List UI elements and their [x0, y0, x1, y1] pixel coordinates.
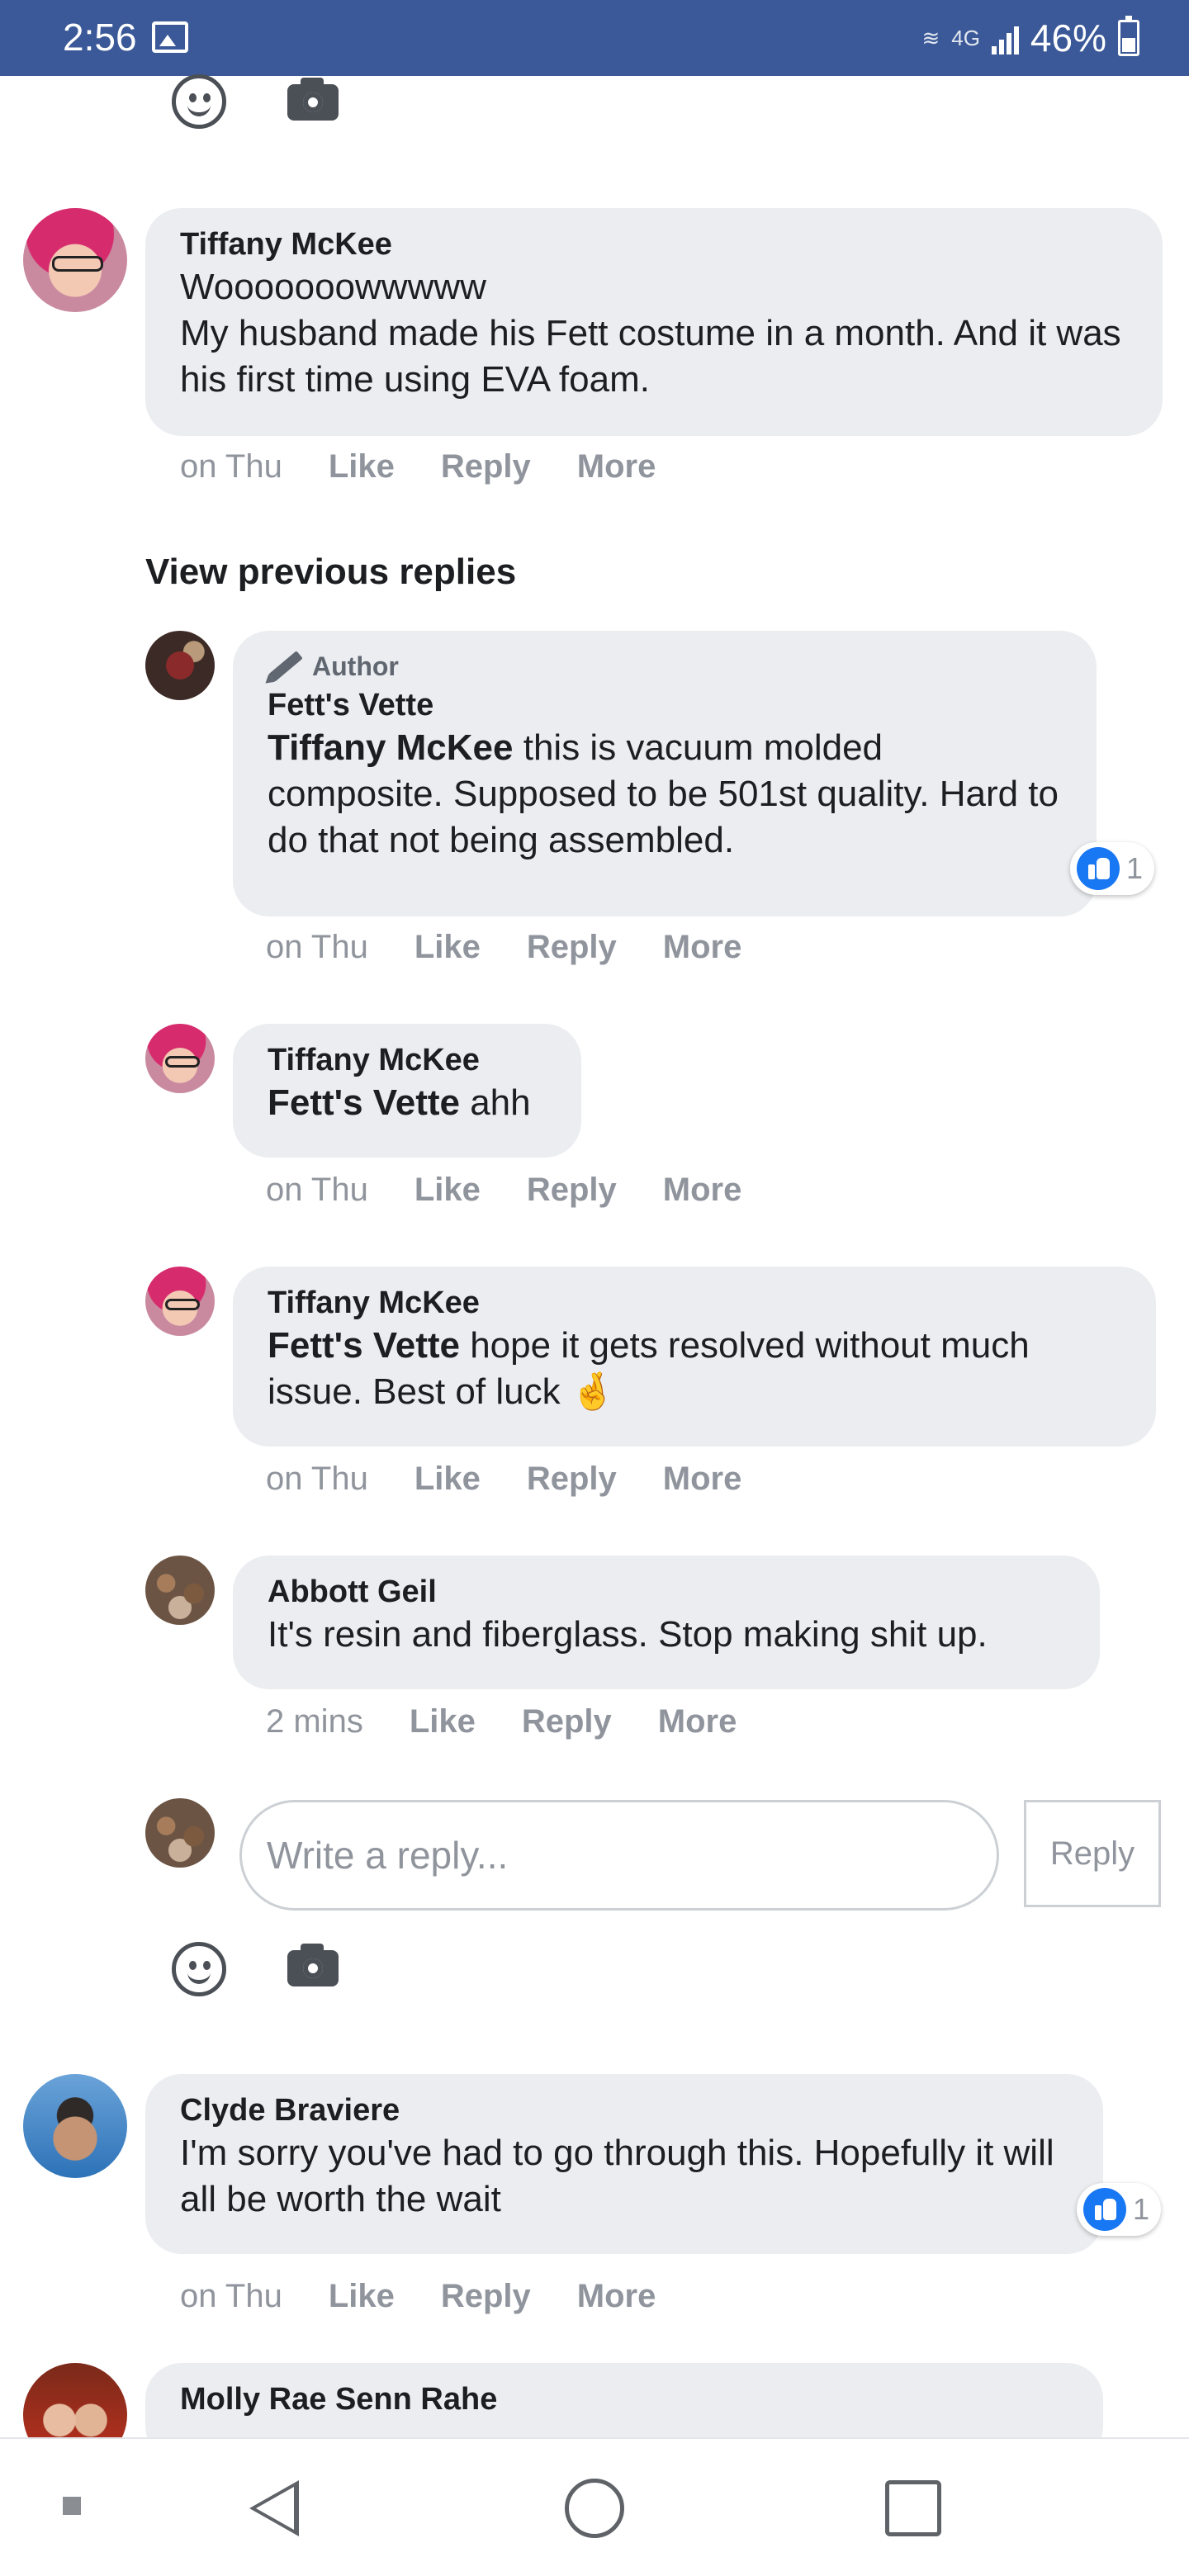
gallery-notification-icon [152, 21, 188, 53]
comment-actions: on Thu Like Reply More [180, 446, 656, 487]
more-button[interactable]: More [658, 1701, 737, 1742]
camera-icon[interactable] [287, 78, 339, 121]
mention[interactable]: Fett's Vette [268, 1082, 460, 1123]
comment-text: Fett's Vette ahh [268, 1080, 547, 1126]
like-button[interactable]: Like [414, 1169, 481, 1210]
comment-body: ahh [459, 1082, 531, 1123]
like-button[interactable]: Like [410, 1701, 476, 1742]
comment-author[interactable]: Abbott Geil [268, 1572, 1065, 1612]
network-type: 4G [951, 25, 980, 50]
battery-percent: 46% [1030, 17, 1106, 59]
comment-bubble[interactable]: Tiffany McKee Wooooooowwwww My husband m… [145, 208, 1163, 436]
comment-bubble[interactable]: Tiffany McKee Fett's Vette hope it gets … [233, 1267, 1156, 1447]
signal-icon [991, 21, 1019, 54]
avatar[interactable] [145, 1024, 215, 1093]
view-previous-replies-link[interactable]: View previous replies [145, 552, 516, 593]
comment-author[interactable]: Tiffany McKee [180, 225, 1128, 264]
avatar[interactable] [145, 1556, 215, 1625]
author-badge-label: Author [312, 651, 399, 681]
comment-actions: on Thu Like Reply More [266, 1169, 741, 1210]
comment-time[interactable]: on Thu [266, 1458, 368, 1499]
reply-button[interactable]: Reply [522, 1701, 612, 1742]
comment-bubble[interactable]: Clyde Braviere I'm sorry you've had to g… [145, 2074, 1103, 2254]
camera-icon[interactable] [287, 1944, 339, 1986]
author-badge: Author [268, 647, 1062, 685]
smile-icon[interactable] [172, 74, 226, 129]
reply-button[interactable]: Reply [527, 1169, 617, 1210]
current-user-avatar [145, 1798, 215, 1868]
comment-actions: 2 mins Like Reply More [266, 1701, 737, 1742]
reaction-number: 1 [1133, 2192, 1150, 2226]
comment-author[interactable]: Tiffany McKee [268, 1283, 1121, 1323]
comment-bubble[interactable]: Abbott Geil It's resin and fiberglass. S… [233, 1556, 1100, 1689]
comment-author[interactable]: Clyde Braviere [180, 2091, 1068, 2130]
comment-author[interactable]: Molly Rae Senn Rahe [180, 2379, 1068, 2419]
comment-actions: on Thu Like Reply More [180, 2275, 656, 2317]
comment-actions: on Thu Like Reply More [266, 1458, 741, 1499]
reply-button[interactable]: Reply [527, 1458, 617, 1499]
comment-time[interactable]: on Thu [180, 446, 282, 487]
more-button[interactable]: More [577, 446, 656, 487]
reply-input[interactable]: Write a reply... [239, 1800, 999, 1911]
back-icon[interactable] [249, 2480, 299, 2536]
like-button[interactable]: Like [329, 2275, 395, 2317]
status-bar: 2:56 ≋ 4G 46% [0, 0, 1189, 76]
comment-actions: on Thu Like Reply More [266, 926, 741, 968]
like-icon [1077, 847, 1120, 890]
home-icon[interactable] [565, 2479, 624, 2538]
smile-icon[interactable] [172, 1942, 226, 1996]
more-button[interactable]: More [663, 926, 742, 968]
reply-button[interactable]: Reply [441, 446, 531, 487]
pencil-icon [268, 651, 303, 682]
comment-text: Tiffany McKee this is vacuum molded comp… [268, 725, 1062, 864]
comment-author[interactable]: Tiffany McKee [268, 1040, 547, 1080]
avatar[interactable] [145, 1267, 215, 1336]
like-button[interactable]: Like [329, 446, 395, 487]
reaction-count[interactable]: 1 [1070, 842, 1155, 895]
avatar[interactable] [23, 2074, 127, 2178]
comment-text: Fett's Vette hope it gets resolved witho… [268, 1323, 1121, 1415]
reaction-count[interactable]: 1 [1077, 2183, 1162, 2236]
comment-time[interactable]: on Thu [180, 2275, 282, 2317]
comment-bubble[interactable]: Author Fett's Vette Tiffany McKee this i… [233, 631, 1097, 916]
comment-bubble[interactable]: Tiffany McKee Fett's Vette ahh [233, 1024, 581, 1158]
reply-button[interactable]: Reply [527, 926, 617, 968]
battery-icon [1118, 16, 1139, 56]
more-button[interactable]: More [577, 2275, 656, 2317]
more-button[interactable]: More [663, 1458, 742, 1499]
comment-text: Wooooooowwwww My husband made his Fett c… [180, 267, 1121, 400]
comment-time[interactable]: on Thu [266, 1169, 368, 1210]
mention[interactable]: Tiffany McKee [268, 727, 514, 768]
status-time: 2:56 [63, 16, 137, 59]
like-button[interactable]: Like [414, 1458, 481, 1499]
reply-button[interactable]: Reply [441, 2275, 531, 2317]
recents-icon[interactable] [885, 2480, 941, 2536]
comment-text: I'm sorry you've had to go through this.… [180, 2133, 1054, 2219]
like-icon [1083, 2188, 1126, 2231]
more-button[interactable]: More [663, 1169, 742, 1210]
avatar[interactable] [145, 631, 215, 700]
system-nav-bar [0, 2437, 1189, 2576]
reaction-number: 1 [1126, 851, 1144, 885]
comment-time[interactable]: on Thu [266, 926, 368, 968]
mention[interactable]: Fett's Vette [268, 1325, 460, 1366]
reply-submit-button[interactable]: Reply [1024, 1800, 1161, 1907]
comment-text: It's resin and fiberglass. Stop making s… [268, 1614, 988, 1655]
comment-author[interactable]: Fett's Vette [268, 685, 1062, 725]
like-button[interactable]: Like [414, 926, 481, 968]
avatar[interactable] [23, 208, 127, 312]
wifi-icon: ≋ [921, 25, 940, 50]
nav-indicator-icon [63, 2497, 81, 2515]
comment-time[interactable]: 2 mins [266, 1701, 363, 1742]
